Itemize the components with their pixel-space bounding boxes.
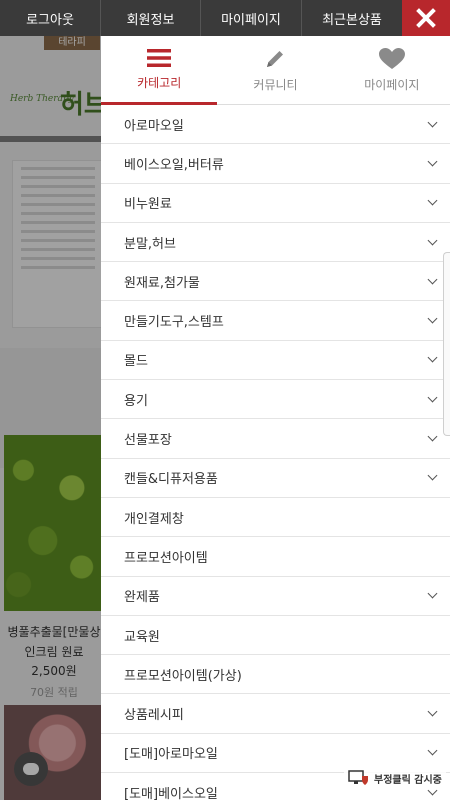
menu-item-label: 교육원 [124,629,160,645]
menu-item-label: 상품레시피 [124,708,184,724]
menu-item-label: 캔들&디퓨저용품 [124,472,218,488]
chevron-down-icon[interactable] [427,431,438,442]
logout-button[interactable]: 로그아웃 [0,0,101,36]
chevron-down-icon[interactable] [427,117,438,128]
menu-item[interactable]: 몰드 [101,341,450,381]
chevron-down-icon[interactable] [427,274,438,285]
tab-category-label: 카테고리 [137,76,182,90]
mypage-button[interactable]: 마이페이지 [201,0,302,36]
tab-mypage-label: 마이페이지 [364,78,420,92]
scroll-handle[interactable] [443,252,450,436]
menu-item[interactable]: 비누원료 [101,184,450,223]
tab-community[interactable]: 커뮤니티 [217,36,333,105]
menu-tabs: 카테고리 커뮤니티 마이페이지 [101,36,450,105]
chevron-down-icon[interactable] [427,313,438,324]
chevron-down-icon[interactable] [427,195,438,206]
close-icon [416,8,436,28]
heart-icon [378,48,405,69]
chevron-down-icon[interactable] [427,588,438,599]
menu-item-label: 용기 [124,393,148,409]
chevron-down-icon[interactable] [427,745,438,756]
menu-item[interactable]: 캔들&디퓨저용품 [101,459,450,498]
chevron-down-icon[interactable] [427,706,438,717]
menu-item[interactable]: 용기 [101,380,450,420]
menu-item-label: [도매]아로마오일 [124,747,218,763]
pencil-icon [267,51,284,67]
menu-item[interactable]: 만들기도구,스템프 [101,301,450,341]
category-list: 아로마오일베이스오일,버터류비누원료분말,허브원재료,첨가물만들기도구,스템프몰… [101,105,450,800]
menu-item-label: 아로마오일 [124,118,184,134]
active-tab-indicator [101,102,217,105]
fraud-click-badge: 부정클릭 감시중 [344,767,446,789]
side-menu: 카테고리 커뮤니티 마이페이지 아로마오일베이스오일,버터류비누원료분말,허브원… [101,36,450,800]
chevron-down-icon[interactable] [427,352,438,363]
top-bar: 로그아웃 회원정보 마이페이지 최근본상품 [0,0,450,36]
chevron-down-icon[interactable] [427,470,438,481]
menu-item-label: 비누원료 [124,197,172,213]
menu-item[interactable]: 개인결제창 [101,498,450,538]
menu-item-label: 개인결제창 [124,511,184,527]
menu-item-label: 원재료,첨가물 [124,275,200,291]
menu-item-label: 만들기도구,스템프 [124,315,224,331]
menu-item-label: 완제품 [124,590,160,606]
menu-item[interactable]: 프로모션아이템 [101,537,450,577]
menu-item[interactable]: 선물포장 [101,419,450,459]
menu-item[interactable]: 아로마오일 [101,105,450,145]
monitor-shield-icon [348,770,368,785]
menu-item[interactable]: 분말,허브 [101,223,450,263]
menu-item-label: 분말,허브 [124,236,176,252]
menu-item[interactable]: 프로모션아이템(가상) [101,655,450,695]
menu-item[interactable]: 상품레시피 [101,694,450,734]
menu-item-label: [도매]베이스오일 [124,786,218,800]
tab-community-label: 커뮤니티 [253,78,298,92]
tab-category[interactable]: 카테고리 [101,36,217,105]
menu-item-label: 선물포장 [124,433,172,449]
menu-item[interactable]: 완제품 [101,577,450,616]
recent-products-button[interactable]: 최근본상품 [302,0,402,36]
menu-item[interactable]: 원재료,첨가물 [101,262,450,302]
menu-item-label: 베이스오일,버터류 [124,157,224,173]
chevron-down-icon[interactable] [427,156,438,167]
menu-item-label: 프로모션아이템 [124,550,208,566]
fraud-click-label: 부정클릭 감시중 [374,774,442,786]
menu-item-label: 프로모션아이템(가상) [124,668,242,684]
menu-item-label: 몰드 [124,354,148,370]
tab-mypage[interactable]: 마이페이지 [334,36,450,105]
menu-item[interactable]: 베이스오일,버터류 [101,144,450,184]
menu-item[interactable]: 교육원 [101,616,450,656]
member-info-button[interactable]: 회원정보 [101,0,201,36]
chevron-down-icon[interactable] [427,392,438,403]
hamburger-icon [147,49,172,67]
close-menu-button[interactable] [402,0,450,36]
chevron-down-icon[interactable] [427,235,438,245]
